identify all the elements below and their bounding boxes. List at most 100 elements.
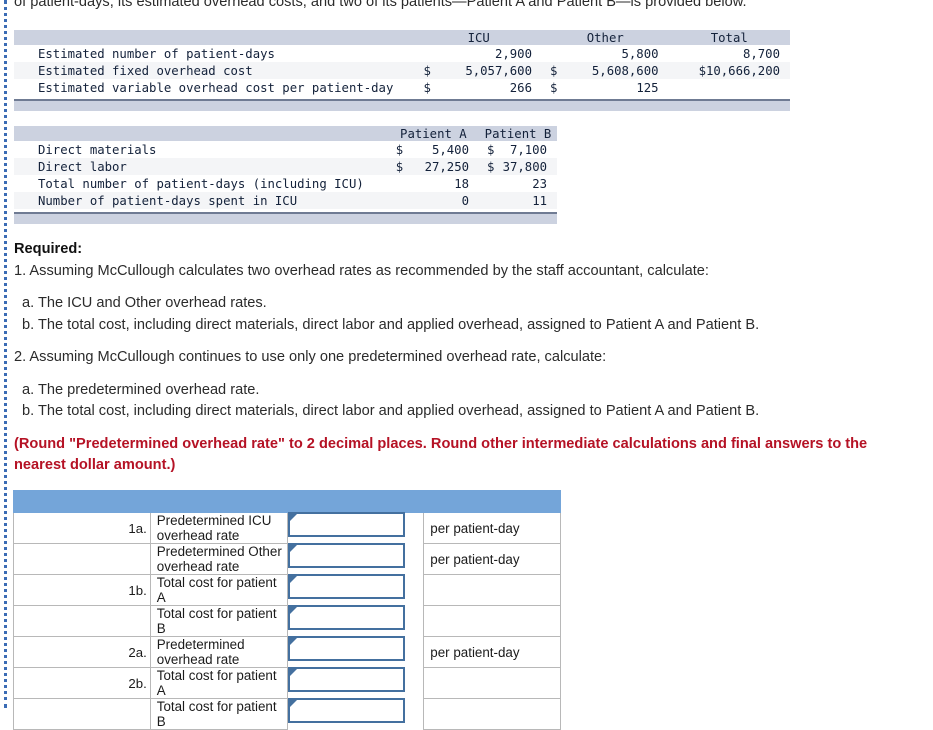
answer-input-1a-other-rate[interactable]: [287, 542, 405, 568]
row-label: Estimated fixed overhead cost: [14, 62, 416, 79]
icu-value: 5,057,600: [430, 62, 542, 79]
total-currency: [668, 62, 683, 79]
header-icu: ICU: [415, 30, 542, 45]
row-index: [13, 605, 151, 637]
entry-flag-icon: [289, 514, 297, 521]
table-row: Direct materials $ 5,400 $ 7,100: [14, 141, 557, 158]
row-label: Direct materials: [38, 142, 157, 157]
row-index: 1a.: [13, 512, 151, 544]
total-value: [682, 79, 790, 96]
icu-currency: $: [423, 80, 431, 95]
answer-table-header-bar: [13, 490, 561, 513]
patient-b-currency: $: [479, 158, 495, 175]
row-unit: [423, 698, 561, 730]
icu-currency: $: [415, 62, 431, 79]
header-patient-a: Patient A: [387, 126, 479, 141]
rounding-note-line-1: (Round "Predetermined overhead rate" to …: [14, 435, 868, 452]
table-row: 1b. Total cost for patient A: [13, 573, 561, 606]
patient-b-value: 11: [494, 192, 557, 209]
patient-a-currency: [387, 192, 404, 209]
requirement-2b: b. The total cost, including direct mate…: [22, 403, 760, 419]
table-row: 1a. Predetermined ICU overhead rate per …: [13, 512, 561, 544]
total-currency: [669, 79, 683, 96]
icu-currency: [415, 45, 430, 62]
table-row: 2a. Predetermined overhead rate per pati…: [13, 635, 561, 668]
table-row: Estimated variable overhead cost per pat…: [14, 79, 790, 96]
answer-cell: [287, 512, 424, 544]
row-unit: [423, 574, 561, 606]
patient-details-table: Patient A Patient B Direct materials $ 5…: [14, 126, 557, 224]
row-index: 1b.: [13, 574, 151, 606]
row-label: Number of patient-days spent in ICU: [14, 192, 388, 209]
table-footer-bar: [14, 99, 790, 111]
other-value: 125: [636, 80, 659, 95]
answer-cell: [287, 542, 424, 575]
row-index: 2b.: [13, 667, 151, 699]
other-currency: [542, 45, 557, 62]
patient-b-value: 23: [532, 176, 547, 191]
answer-cell: [287, 697, 424, 730]
answer-input-2b-patient-b[interactable]: [287, 697, 405, 723]
table-row: Total number of patient-days (including …: [14, 175, 557, 192]
row-description: Predetermined ICU overhead rate: [149, 512, 288, 544]
answer-entry-table: 1a. Predetermined ICU overhead rate per …: [13, 490, 561, 730]
answer-input-2a-rate[interactable]: [287, 635, 405, 661]
total-currency: [669, 45, 683, 62]
row-unit: [423, 605, 561, 637]
answer-input-1b-patient-b[interactable]: [287, 604, 405, 630]
total-value: 8,700: [742, 46, 780, 61]
row-label: Estimated variable overhead cost per pat…: [38, 80, 394, 95]
patient-a-value: 5,400: [431, 142, 469, 157]
row-description: Total cost for patient B: [149, 605, 288, 637]
other-currency: $: [541, 62, 558, 79]
entry-flag-icon: [289, 544, 297, 552]
table-row: 2b. Total cost for patient A: [13, 666, 561, 699]
answer-cell: [287, 635, 424, 668]
table-row: Total cost for patient B: [13, 604, 561, 637]
answer-cell: [287, 666, 424, 699]
patient-a-value: 27,250: [403, 158, 479, 175]
row-unit: per patient-day: [423, 636, 561, 668]
requirement-1a: a. The ICU and Other overhead rates.: [22, 295, 267, 311]
answer-cell: [287, 604, 424, 637]
total-value: $10,666,200: [682, 62, 790, 79]
icu-value: 266: [509, 80, 532, 95]
patient-b-value: 7,100: [509, 142, 547, 157]
row-index: [13, 698, 151, 730]
answer-table-header-label: [13, 490, 561, 513]
requirement-1: 1. Assuming McCullough calculates two ov…: [14, 262, 709, 279]
table-row: Estimated number of patient-days 2,900 5…: [14, 45, 790, 62]
answer-cell: [287, 573, 424, 606]
overhead-estimates-table: ICU Other Total Estimated number of pati…: [14, 30, 790, 111]
row-description: Predetermined overhead rate: [149, 636, 288, 668]
icu-value: 2,900: [494, 46, 532, 61]
required-section: Required: 1. Assuming McCullough calcula…: [14, 239, 919, 476]
answer-input-1b-patient-a[interactable]: [287, 573, 405, 599]
header-total: Total: [668, 30, 790, 45]
patient-a-currency: [388, 175, 403, 192]
row-description: Total cost for patient B: [149, 698, 288, 730]
patient-b-currency: $: [487, 142, 495, 157]
row-index: [13, 543, 151, 575]
table-row: Number of patient-days spent in ICU 0 11: [14, 192, 557, 209]
table-footer-bar: [14, 212, 557, 224]
row-description: Total cost for patient A: [149, 667, 288, 699]
row-label: Total number of patient-days (including …: [38, 176, 364, 191]
patient-a-currency: $: [387, 158, 404, 175]
answer-input-2b-patient-a[interactable]: [287, 666, 405, 692]
other-value: 5,800: [621, 46, 659, 61]
patient-b-currency: [479, 175, 494, 192]
entry-flag-icon: [289, 575, 297, 583]
entry-flag-icon: [289, 699, 297, 707]
other-currency: $: [549, 80, 558, 95]
answer-input-1a-icu-rate[interactable]: [287, 512, 405, 537]
table-row: Estimated fixed overhead cost $ 5,057,60…: [14, 62, 790, 79]
patient-a-currency: $: [395, 142, 404, 157]
table-header-row: Patient A Patient B: [14, 126, 557, 141]
table-row: Predetermined Other overhead rate per pa…: [13, 542, 561, 575]
entry-flag-icon: [289, 637, 297, 645]
